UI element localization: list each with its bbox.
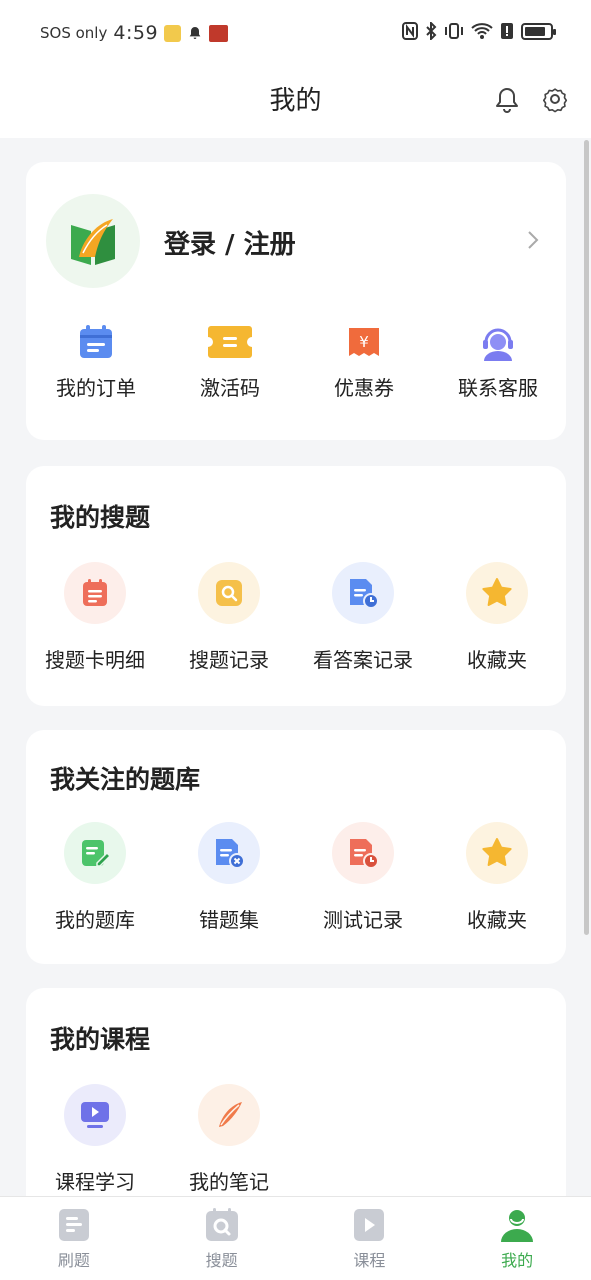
followed-banks-card: 我关注的题库 我的题库 错题集 测试记录 收藏夹 (26, 730, 566, 964)
practice-doc-icon (58, 1209, 89, 1241)
list-card-icon (83, 579, 107, 606)
test-record-button[interactable]: 测试记录 (296, 822, 430, 933)
tab-mine-label: 我的 (501, 1251, 534, 1270)
my-search-title: 我的搜题 (50, 503, 151, 532)
activation-code-button[interactable]: 激活码 (163, 324, 297, 401)
my-orders-label: 我的订单 (56, 376, 136, 400)
customer-service-label: 联系客服 (458, 376, 538, 400)
vibrate-icon (445, 23, 463, 39)
video-play-icon (81, 1102, 109, 1128)
wrong-questions-label: 错题集 (199, 908, 259, 932)
bank-favorites-button[interactable]: 收藏夹 (430, 822, 564, 933)
my-notes-button[interactable]: 我的笔记 (162, 1084, 296, 1195)
tab-course[interactable]: 课程 (296, 1197, 444, 1280)
my-search-card: 我的搜题 搜题卡明细 搜题记录 看答案记录 收藏夹 (26, 466, 566, 706)
test-record-icon (350, 839, 379, 869)
favorites-label: 收藏夹 (467, 648, 527, 672)
wrong-questions-icon (216, 839, 245, 869)
bell-icon[interactable] (492, 84, 522, 114)
test-record-label: 测试记录 (323, 908, 403, 932)
search-record-label: 搜题记录 (189, 648, 269, 672)
coupon-yen-icon: ¥ (349, 328, 379, 356)
profile-card: 登录 / 注册 我的订单 激活码 ¥ 优惠券 联系客服 (26, 162, 566, 440)
wrong-questions-button[interactable]: 错题集 (162, 822, 296, 933)
login-row[interactable]: 登录 / 注册 (26, 162, 566, 292)
avatar[interactable] (46, 194, 140, 288)
search-record-icon (216, 580, 242, 606)
tab-search[interactable]: 搜题 (148, 1197, 296, 1280)
search-card-detail-label: 搜题卡明细 (45, 648, 145, 672)
tab-search-label: 搜题 (205, 1251, 238, 1270)
my-notes-label: 我的笔记 (189, 1170, 269, 1194)
my-bank-button[interactable]: 我的题库 (28, 822, 162, 933)
clock-time: 4:59 (113, 22, 159, 44)
feather-note-icon (219, 1102, 242, 1127)
course-study-label: 课程学习 (55, 1170, 135, 1194)
carrier-text: SOS only (40, 24, 108, 42)
battery-icon (521, 22, 556, 40)
coupon-button[interactable]: ¥ 优惠券 (297, 324, 431, 401)
answer-record-label: 看答案记录 (313, 648, 413, 672)
wifi-icon (471, 23, 493, 39)
scrollbar[interactable] (584, 140, 589, 935)
app-logo-icon (71, 219, 115, 265)
nfc-icon (402, 22, 418, 40)
search-card-detail-button[interactable]: 搜题卡明细 (28, 562, 162, 673)
notification-bell-icon (189, 27, 201, 39)
course-study-button[interactable]: 课程学习 (28, 1084, 162, 1195)
tab-mine[interactable]: 我的 (443, 1197, 591, 1280)
tab-practice[interactable]: 刷题 (0, 1197, 148, 1280)
my-orders-button[interactable]: 我的订单 (29, 324, 163, 401)
edit-bank-icon (82, 840, 111, 867)
tab-course-label: 课程 (353, 1251, 386, 1270)
activation-code-label: 激活码 (200, 376, 260, 400)
page-header: 我的 (0, 66, 591, 138)
star-icon (482, 578, 512, 606)
app-notification-icon (164, 24, 182, 42)
ticket-icon (208, 326, 252, 358)
bluetooth-icon (426, 22, 437, 40)
user-profile-icon (501, 1210, 534, 1242)
status-bar: SOS only 4:59 (0, 0, 591, 66)
course-play-icon (354, 1209, 385, 1241)
my-courses-title: 我的课程 (50, 1025, 151, 1054)
answer-record-button[interactable]: 看答案记录 (296, 562, 430, 673)
search-tab-icon (205, 1208, 238, 1241)
coupon-label: 优惠券 (334, 376, 394, 400)
my-courses-card: 我的课程 课程学习 我的笔记 (26, 988, 566, 1228)
followed-banks-title: 我关注的题库 (50, 765, 201, 794)
answer-record-icon (350, 579, 379, 609)
bottom-tab-bar: 刷题 搜题 课程 我的 (0, 1196, 591, 1280)
my-bank-label: 我的题库 (55, 908, 135, 932)
alert-icon (501, 23, 513, 39)
customer-service-button[interactable]: 联系客服 (431, 324, 565, 401)
bank-favorites-label: 收藏夹 (467, 908, 527, 932)
customer-service-icon (483, 328, 513, 361)
settings-gear-icon[interactable] (540, 84, 570, 114)
news-app-icon (209, 24, 229, 42)
star-icon (482, 838, 512, 866)
order-calendar-icon (80, 325, 112, 358)
search-record-button[interactable]: 搜题记录 (162, 562, 296, 673)
login-register-link[interactable]: 登录 / 注册 (164, 224, 296, 261)
favorites-button[interactable]: 收藏夹 (430, 562, 564, 673)
svg-text:¥: ¥ (359, 333, 369, 351)
tab-practice-label: 刷题 (57, 1251, 90, 1270)
chevron-right-icon (528, 231, 539, 249)
